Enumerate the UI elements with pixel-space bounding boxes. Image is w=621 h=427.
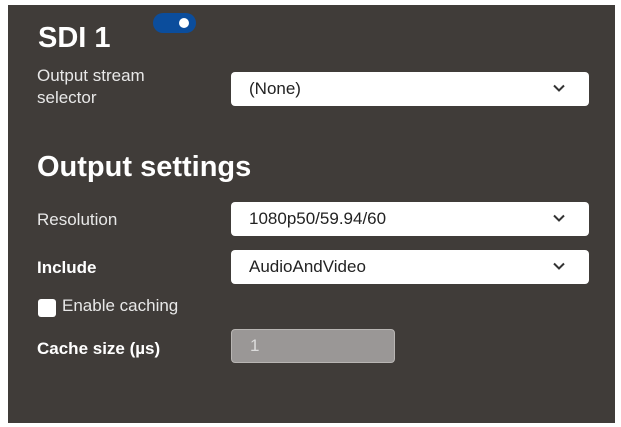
enable-caching-checkbox[interactable] (38, 299, 56, 317)
chevron-down-icon (553, 84, 565, 92)
output-stream-label: Output stream selector (37, 65, 145, 109)
toggle-knob (179, 18, 189, 28)
sdi-settings-panel: SDI 1 Output stream selector (None) Outp… (8, 5, 615, 423)
chevron-down-icon (553, 262, 565, 270)
sdi-enable-toggle[interactable] (153, 13, 196, 33)
output-settings-heading: Output settings (37, 151, 252, 183)
include-label: Include (37, 258, 97, 277)
include-select[interactable]: AudioAndVideo (231, 250, 589, 284)
cache-size-label: Cache size (µs) (37, 339, 161, 358)
include-value: AudioAndVideo (249, 257, 366, 276)
output-stream-label-line2: selector (37, 88, 97, 107)
output-stream-label-line1: Output stream (37, 66, 145, 85)
resolution-select[interactable]: 1080p50/59.94/60 (231, 202, 589, 236)
output-stream-select[interactable]: (None) (231, 72, 589, 106)
chevron-down-icon (553, 214, 565, 222)
cache-size-input[interactable] (231, 329, 395, 363)
enable-caching-label: Enable caching (62, 296, 179, 315)
title-row: SDI 1 (38, 17, 111, 57)
resolution-value: 1080p50/59.94/60 (249, 209, 387, 228)
resolution-label: Resolution (37, 210, 118, 229)
enable-caching-row[interactable]: Enable caching (38, 295, 178, 317)
panel-title: SDI 1 (38, 22, 111, 54)
output-stream-value: (None) (249, 79, 301, 98)
